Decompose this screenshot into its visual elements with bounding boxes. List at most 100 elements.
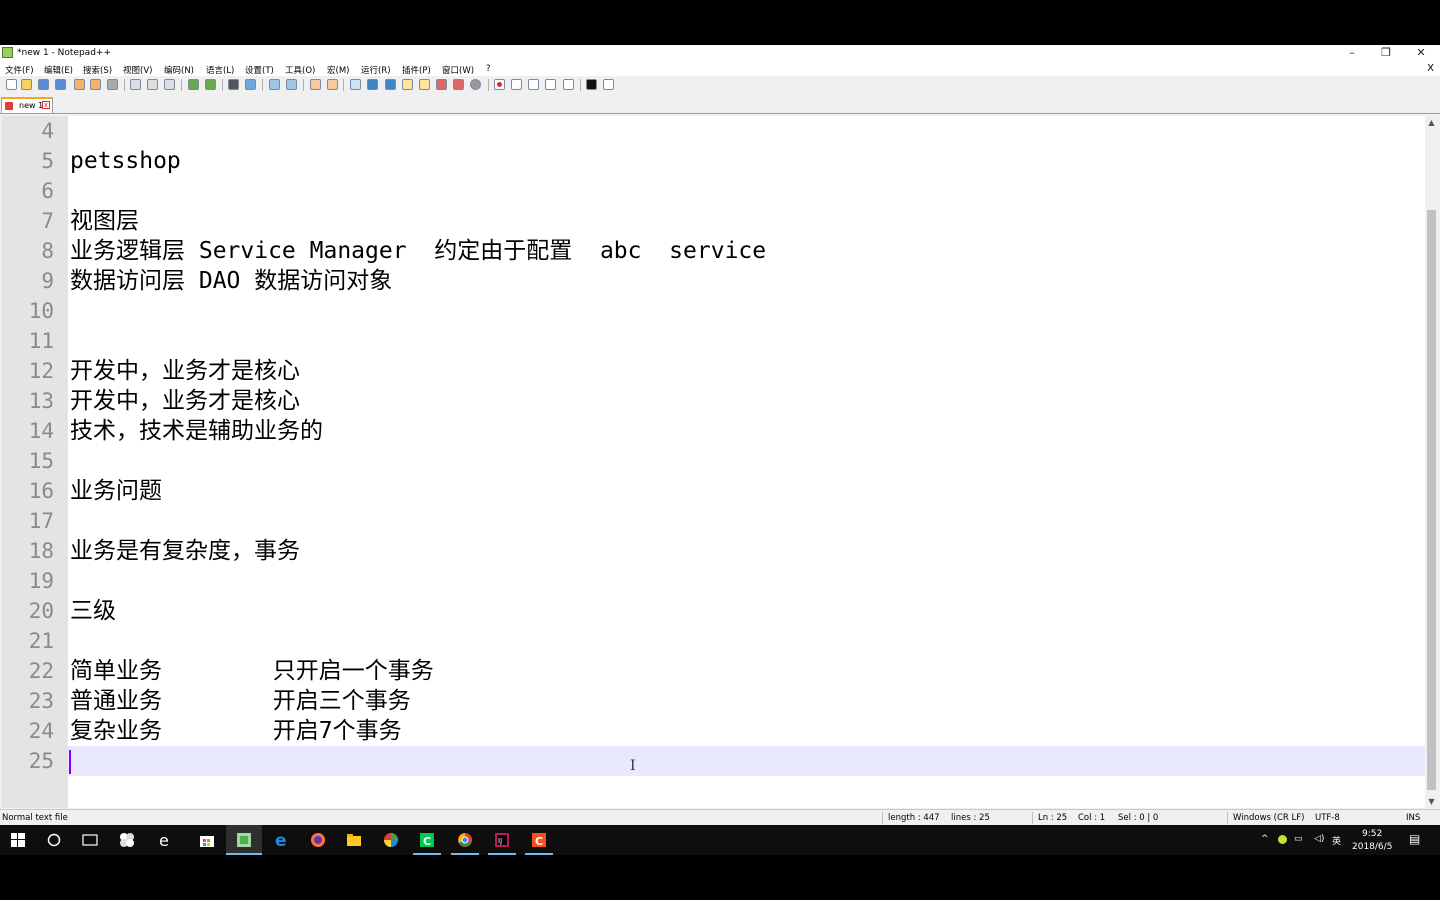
code-line[interactable]: 开发中，业务才是核心 [70, 386, 300, 416]
paste-icon[interactable] [164, 79, 175, 90]
clock-date[interactable]: 2018/6/5 [1352, 842, 1392, 852]
indent-guide-icon[interactable] [385, 79, 396, 90]
clock-time[interactable]: 9:52 [1362, 829, 1382, 839]
menu-plugins[interactable]: 插件(P) [402, 64, 431, 76]
menu-encoding[interactable]: 编码(N) [164, 64, 194, 76]
stop-macro-icon[interactable] [511, 79, 522, 90]
ie-browser-icon[interactable]: e [158, 831, 174, 850]
sync-vertical-icon[interactable] [310, 79, 321, 90]
scrollbar-thumb[interactable] [1427, 210, 1436, 790]
run-macro-multiple-icon[interactable] [545, 79, 556, 90]
code-line[interactable]: 视图层 [70, 206, 139, 236]
scroll-down-arrow-icon[interactable]: ▼ [1425, 795, 1438, 808]
new-file-icon[interactable] [6, 79, 17, 90]
chrome-icon[interactable] [457, 832, 473, 848]
line-number: 17 [28, 509, 54, 533]
zoom-out-icon[interactable] [286, 79, 297, 90]
jslint-icon[interactable] [586, 79, 597, 90]
status-encoding: UTF-8 [1315, 813, 1340, 823]
menu-help[interactable]: ? [486, 64, 491, 74]
camtasia-icon[interactable]: C [419, 832, 435, 848]
word-wrap-icon[interactable] [350, 79, 361, 90]
line-number: 18 [28, 539, 54, 563]
tray-app-icon[interactable] [1278, 835, 1287, 844]
minimize-button[interactable]: – [1337, 45, 1367, 61]
close-document-button[interactable]: X [1427, 63, 1434, 74]
doc-map-icon[interactable] [419, 79, 430, 90]
print-icon[interactable] [107, 79, 118, 90]
save-macro-icon[interactable] [563, 79, 574, 90]
screen-recorder-icon[interactable]: C [531, 832, 547, 848]
show-all-chars-icon[interactable] [367, 79, 378, 90]
code-line[interactable]: 复杂业务 开启7个事务 [70, 716, 402, 746]
code-line[interactable]: 三级 [70, 596, 116, 626]
code-line[interactable]: 简单业务 只开启一个事务 [70, 656, 434, 686]
save-icon[interactable] [38, 79, 49, 90]
zoom-in-icon[interactable] [269, 79, 280, 90]
toolbar [0, 76, 1440, 94]
editor-area[interactable]: 4 5 6 7 8 9 10 11 12 13 14 15 16 17 18 19 20 21 22 23 24 25 p… [2, 116, 1425, 808]
intellij-idea-icon[interactable]: IJ [494, 832, 510, 848]
folder-workspace-icon[interactable] [453, 79, 464, 90]
find-icon[interactable] [228, 79, 239, 90]
menu-edit[interactable]: 编辑(E) [44, 64, 73, 76]
tab-new-1[interactable]: new 1 x [1, 97, 53, 113]
undo-icon[interactable] [188, 79, 199, 90]
open-file-icon[interactable] [21, 79, 32, 90]
tab-close-button[interactable]: x [42, 101, 50, 109]
battery-icon[interactable]: ▭ [1294, 834, 1303, 844]
notifications-icon[interactable]: ▤ [1409, 832, 1420, 846]
cortana-search-icon[interactable] [47, 832, 63, 848]
firefox-icon[interactable] [310, 832, 326, 848]
replace-icon[interactable] [245, 79, 256, 90]
language-icon[interactable] [402, 79, 413, 90]
store-icon[interactable] [199, 832, 215, 848]
code-line[interactable]: 数据访问层 DAO 数据访问对象 [70, 266, 392, 296]
vertical-scrollbar[interactable]: ▲ ▼ [1425, 116, 1438, 808]
copy-icon[interactable] [147, 79, 158, 90]
volume-icon[interactable]: ◁) [1314, 834, 1324, 844]
redo-icon[interactable] [205, 79, 216, 90]
windows-taskbar: e e C IJ C ^ ▭ ◁) 英 ▤ 9:52 2018/6/5 [0, 825, 1440, 855]
cut-icon[interactable] [130, 79, 141, 90]
code-line[interactable]: 开发中，业务才是核心 [70, 356, 300, 386]
menu-file[interactable]: 文件(F) [5, 64, 34, 76]
save-all-icon[interactable] [55, 79, 66, 90]
restore-button[interactable]: ❐ [1371, 45, 1401, 61]
menu-macro[interactable]: 宏(M) [327, 64, 349, 76]
status-divider [882, 812, 883, 824]
code-line[interactable]: 技术，技术是辅助业务的 [70, 416, 323, 446]
windows-start-icon[interactable] [11, 832, 27, 848]
close-button[interactable]: ✕ [1406, 45, 1436, 61]
code-line[interactable]: 业务逻辑层 Service Manager 约定由于配置 abc service [70, 236, 766, 266]
file-explorer-icon[interactable] [346, 832, 362, 848]
notepadpp-taskbar-button[interactable] [226, 825, 262, 855]
input-method-indicator[interactable]: 英 [1332, 834, 1341, 847]
pinwheel-app-icon[interactable] [119, 832, 135, 848]
close-file-icon[interactable] [74, 79, 85, 90]
close-all-icon[interactable] [90, 79, 101, 90]
spell-check-icon[interactable] [603, 79, 614, 90]
code-line[interactable]: 业务问题 [70, 476, 162, 506]
menu-tools[interactable]: 工具(O) [285, 64, 315, 76]
play-macro-icon[interactable] [528, 79, 539, 90]
code-line[interactable]: petsshop [70, 146, 181, 176]
show-hidden-icons-icon[interactable]: ^ [1261, 834, 1269, 844]
menu-language[interactable]: 语言(L) [206, 64, 234, 76]
menu-search[interactable]: 搜索(S) [83, 64, 112, 76]
line-number: 19 [28, 569, 54, 593]
record-macro-icon[interactable] [494, 79, 505, 90]
sync-horizontal-icon[interactable] [327, 79, 338, 90]
monitoring-icon[interactable] [470, 79, 481, 90]
menu-run[interactable]: 运行(R) [361, 64, 391, 76]
code-line[interactable]: 普通业务 开启三个事务 [70, 686, 411, 716]
edge-browser-icon[interactable]: e [274, 831, 290, 851]
menu-view[interactable]: 视图(V) [123, 64, 152, 76]
menu-window[interactable]: 窗口(W) [442, 64, 474, 76]
code-line[interactable]: 业务是有复杂度，事务 [70, 536, 300, 566]
color-picker-icon[interactable] [383, 832, 399, 848]
function-list-icon[interactable] [436, 79, 447, 90]
task-view-icon[interactable] [82, 832, 98, 848]
scroll-up-arrow-icon[interactable]: ▲ [1425, 116, 1438, 129]
menu-settings[interactable]: 设置(T) [245, 64, 274, 76]
